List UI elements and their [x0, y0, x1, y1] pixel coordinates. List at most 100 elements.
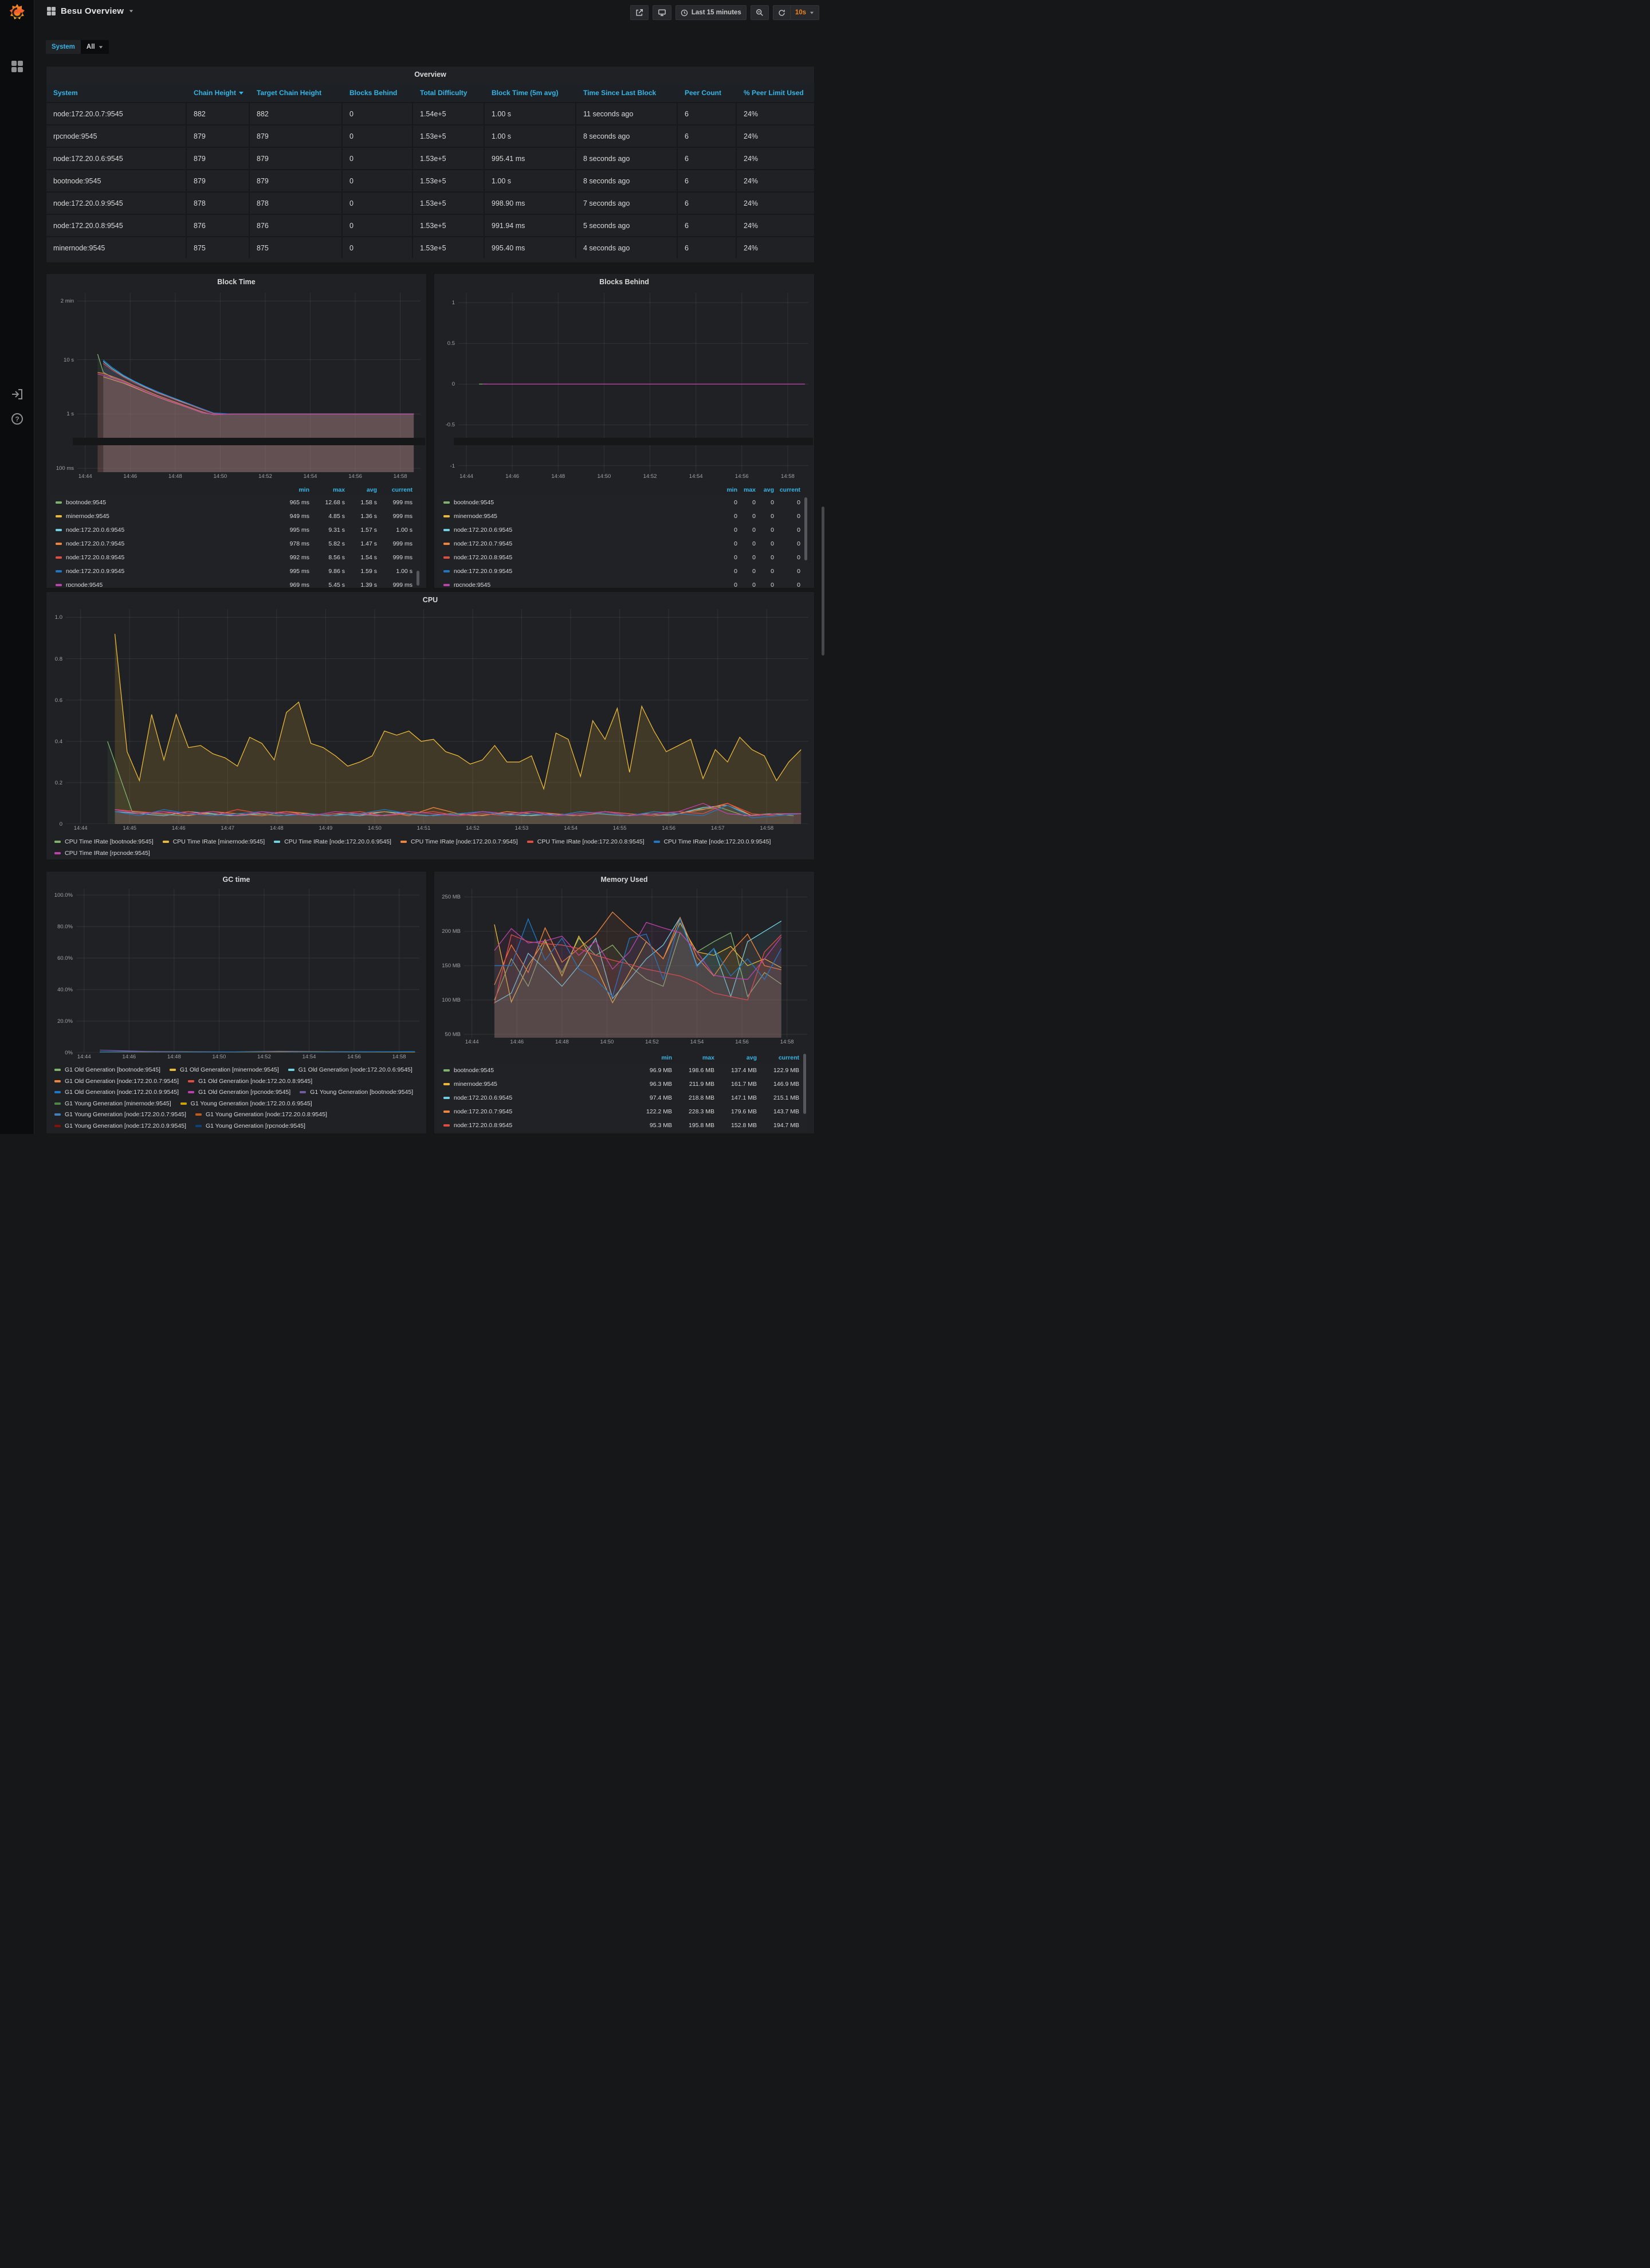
legend-column-header[interactable]: current	[377, 486, 412, 493]
filter-value-dropdown[interactable]: All	[81, 40, 109, 54]
grafana-logo-icon[interactable]	[9, 4, 26, 21]
series-color-chip[interactable]	[443, 1083, 450, 1085]
series-color-chip[interactable]	[443, 515, 450, 517]
series-name[interactable]: rpcnode:9545	[66, 582, 274, 587]
series-color-chip[interactable]	[443, 1124, 450, 1127]
series-name[interactable]: minernode:9545	[454, 513, 720, 520]
series-color-chip[interactable]	[56, 543, 62, 545]
legend-item[interactable]: G1 Old Generation [rpcnode:9545]	[188, 1089, 290, 1096]
legend-scrollbar[interactable]	[803, 1054, 806, 1114]
memory-chart[interactable]	[464, 889, 807, 1038]
legend-item[interactable]: CPU Time IRate [rpcnode:9545]	[54, 850, 150, 857]
page-scrollbar[interactable]	[822, 507, 824, 656]
help-icon[interactable]: ?	[11, 413, 23, 425]
series-color-chip[interactable]	[56, 584, 62, 586]
panel-title[interactable]: CPU	[46, 596, 814, 604]
legend-item[interactable]: CPU Time IRate [minernode:9545]	[163, 838, 265, 845]
legend-item[interactable]: G1 Young Generation [minernode:9545]	[54, 1100, 171, 1107]
zoom-out-button[interactable]	[751, 5, 769, 20]
dashboard-title-group[interactable]: Besu Overview	[47, 6, 133, 16]
series-color-chip[interactable]	[56, 570, 62, 572]
series-name[interactable]: bootnode:9545	[454, 499, 720, 506]
legend-column-header[interactable]: max	[309, 486, 345, 493]
series-name[interactable]: rpcnode:9545	[454, 582, 720, 587]
series-color-chip[interactable]	[56, 529, 62, 531]
legend-item[interactable]: CPU Time IRate [bootnode:9545]	[54, 838, 154, 845]
series-name[interactable]: bootnode:9545	[454, 1067, 630, 1074]
legend-item[interactable]: G1 Old Generation [node:172.20.0.9:9545]	[54, 1089, 179, 1096]
legend-item[interactable]: G1 Young Generation [node:172.20.0.9:954…	[54, 1123, 186, 1129]
series-color-chip[interactable]	[443, 1069, 450, 1072]
panel-title[interactable]: GC time	[46, 876, 426, 884]
series-color-chip[interactable]	[443, 543, 450, 545]
legend-column-header[interactable]: min	[630, 1054, 672, 1061]
sign-in-icon[interactable]	[11, 388, 23, 401]
series-name[interactable]: node:172.20.0.8:9545	[454, 1122, 630, 1129]
series-name[interactable]: node:172.20.0.6:9545	[66, 527, 274, 533]
legend-item[interactable]: G1 Old Generation [bootnode:9545]	[54, 1066, 160, 1073]
column-header[interactable]: Block Time (5m avg)	[485, 84, 576, 102]
panel-title[interactable]: Overview	[46, 70, 814, 79]
legend-scrollbar[interactable]	[417, 571, 419, 586]
legend-item[interactable]: G1 Young Generation [bootnode:9545]	[300, 1089, 413, 1096]
legend-scrollbar[interactable]	[804, 497, 807, 560]
gc-chart[interactable]	[76, 889, 419, 1053]
legend-column-header[interactable]: min	[720, 486, 737, 493]
block-time-chart[interactable]	[77, 293, 421, 472]
column-header[interactable]: Blocks Behind	[343, 84, 413, 102]
series-color-chip[interactable]	[443, 570, 450, 572]
series-name[interactable]: bootnode:9545	[66, 499, 274, 506]
series-name[interactable]: node:172.20.0.7:9545	[454, 1108, 630, 1115]
column-header[interactable]: Time Since Last Block	[576, 84, 678, 102]
legend-item[interactable]: CPU Time IRate [node:172.20.0.7:9545]	[400, 838, 518, 845]
panel-title[interactable]: Blocks Behind	[434, 278, 814, 286]
series-name[interactable]: node:172.20.0.6:9545	[454, 527, 720, 533]
legend-item[interactable]: G1 Old Generation [node:172.20.0.8:9545]	[188, 1078, 312, 1085]
refresh-picker[interactable]: 10s	[773, 5, 819, 20]
column-header[interactable]: Peer Count	[678, 84, 737, 102]
legend-item[interactable]: CPU Time IRate [node:172.20.0.9:9545]	[654, 838, 771, 845]
legend-column-header[interactable]: avg	[714, 1054, 757, 1061]
legend-item[interactable]: G1 Young Generation [node:172.20.0.7:954…	[54, 1111, 186, 1118]
series-color-chip[interactable]	[443, 584, 450, 586]
series-color-chip[interactable]	[443, 1111, 450, 1113]
dashboard-title[interactable]: Besu Overview	[61, 6, 124, 16]
series-color-chip[interactable]	[443, 1097, 450, 1099]
column-header[interactable]: % Peer Limit Used	[737, 84, 815, 102]
series-color-chip[interactable]	[56, 556, 62, 559]
legend-item[interactable]: G1 Old Generation [node:172.20.0.6:9545]	[288, 1066, 412, 1073]
legend-item[interactable]: G1 Young Generation [rpcnode:9545]	[195, 1123, 305, 1129]
time-range-picker[interactable]: Last 15 minutes	[675, 5, 747, 20]
legend-column-header[interactable]: max	[672, 1054, 714, 1061]
series-name[interactable]: node:172.20.0.7:9545	[454, 540, 720, 547]
panel-title[interactable]: Block Time	[46, 278, 426, 286]
series-color-chip[interactable]	[443, 556, 450, 559]
series-color-chip[interactable]	[56, 501, 62, 504]
column-header[interactable]: Chain Height	[187, 84, 250, 102]
series-name[interactable]: node:172.20.0.6:9545	[454, 1094, 630, 1101]
legend-item[interactable]: G1 Old Generation [minernode:9545]	[170, 1066, 279, 1073]
share-button[interactable]	[630, 5, 649, 20]
series-color-chip[interactable]	[56, 515, 62, 517]
legend-column-header[interactable]: min	[274, 486, 309, 493]
series-name[interactable]: node:172.20.0.8:9545	[66, 554, 274, 561]
legend-item[interactable]: CPU Time IRate [node:172.20.0.6:9545]	[274, 838, 391, 845]
column-header[interactable]: Total Difficulty	[413, 84, 485, 102]
column-header[interactable]: System	[46, 84, 187, 102]
series-color-chip[interactable]	[443, 501, 450, 504]
legend-item[interactable]: G1 Old Generation [node:172.20.0.7:9545]	[54, 1078, 179, 1085]
panel-title[interactable]: Memory Used	[434, 876, 814, 884]
series-name[interactable]: node:172.20.0.7:9545	[66, 540, 274, 547]
series-name[interactable]: node:172.20.0.9:9545	[454, 568, 720, 575]
legend-column-header[interactable]: current	[774, 486, 800, 493]
column-header[interactable]: Target Chain Height	[250, 84, 343, 102]
legend-item[interactable]: CPU Time IRate [node:172.20.0.8:9545]	[527, 838, 645, 845]
legend-item[interactable]: G1 Young Generation [node:172.20.0.6:954…	[180, 1100, 312, 1107]
legend-item[interactable]: G1 Young Generation [node:172.20.0.8:954…	[195, 1111, 327, 1118]
legend-column-header[interactable]: avg	[345, 486, 377, 493]
series-name[interactable]: node:172.20.0.9:9545	[66, 568, 274, 575]
cpu-chart[interactable]	[66, 609, 808, 824]
series-name[interactable]: minernode:9545	[454, 1081, 630, 1088]
tv-mode-button[interactable]	[653, 5, 671, 20]
series-name[interactable]: minernode:9545	[66, 513, 274, 520]
